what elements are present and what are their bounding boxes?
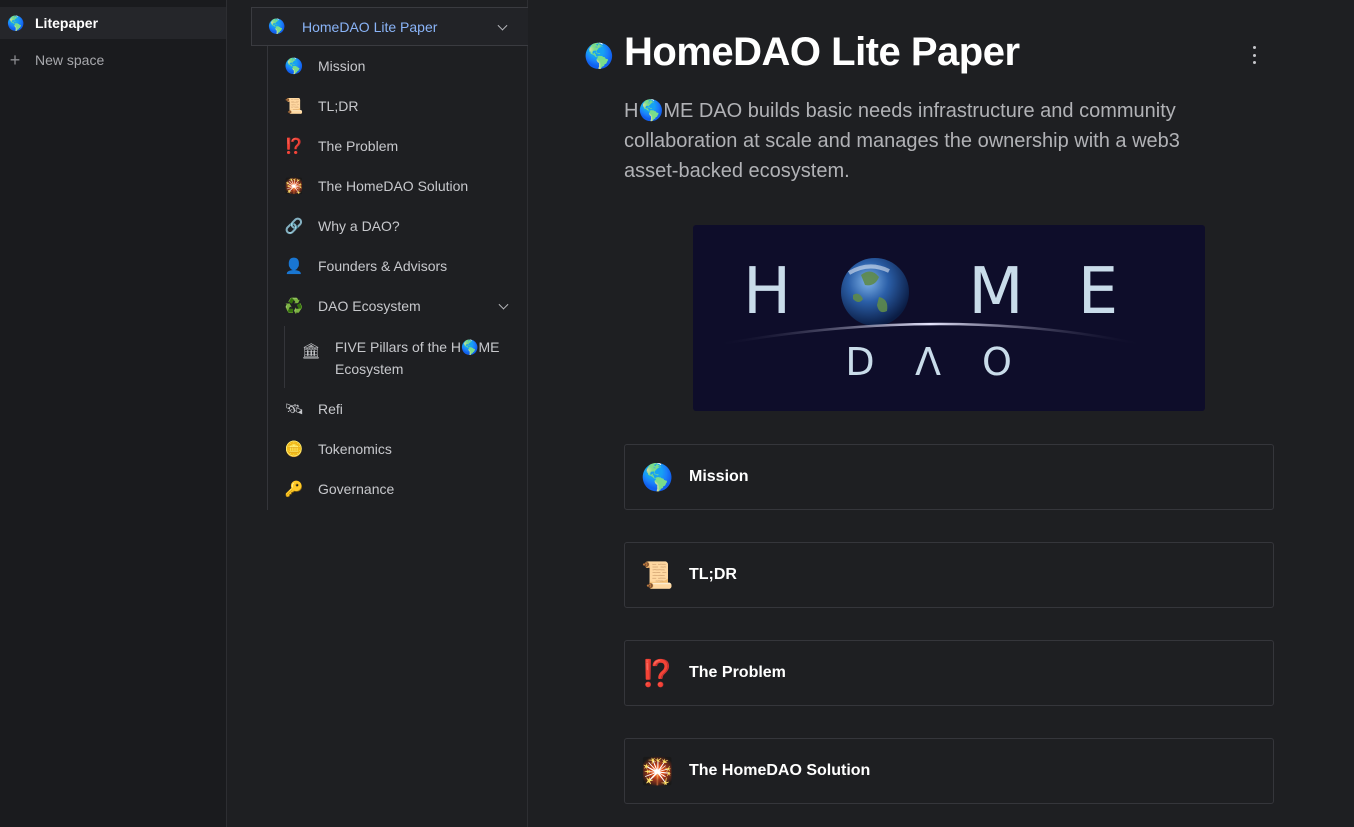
earth-globe-icon: 🌎 [584, 43, 614, 70]
toc-item-label: The Problem [318, 138, 399, 154]
toc-item-refi[interactable]: 🛰 Refi [268, 389, 529, 429]
link-icon: 🔗 [284, 218, 304, 235]
toc-item-label: FIVE Pillars of the H🌎ME Ecosystem [335, 339, 500, 377]
scroll-icon: 📜 [284, 98, 304, 115]
toc-item-label: Refi [318, 401, 343, 417]
page-card-mission[interactable]: 🌎 Mission [624, 444, 1274, 510]
toc-item-five-pillars[interactable]: 🏛 FIVE Pillars of the H🌎ME Ecosystem [284, 326, 529, 388]
homedao-logo-banner: H M E D Λ O [693, 225, 1205, 411]
page-title: HomeDAO Lite Paper [624, 30, 1020, 74]
logo-letter: M [968, 255, 1023, 329]
toc-item-why-a-dao[interactable]: 🔗 Why a DAO? [268, 206, 529, 246]
earth-globe-icon: 🌎 [268, 18, 286, 34]
toc-item-tldr[interactable]: 📜 TL;DR [268, 86, 529, 126]
toc-item-tokenomics[interactable]: 🪙 Tokenomics [268, 429, 529, 469]
earth-globe-icon: 🌎 [284, 58, 304, 75]
toc-item-the-problem[interactable]: ⁉️ The Problem [268, 126, 529, 166]
toc-item-label: DAO Ecosystem [318, 298, 421, 314]
key-icon: 🔑 [284, 481, 304, 498]
logo-letter: D [845, 340, 874, 384]
toc-item-governance[interactable]: 🔑 Governance [268, 469, 529, 509]
page-description: H🌎ME DAO builds basic needs infrastructu… [624, 100, 1180, 182]
chevron-down-icon[interactable] [498, 299, 509, 310]
toc-item-label: Mission [318, 58, 366, 74]
toc-item-label: The HomeDAO Solution [318, 178, 469, 194]
coin-icon: 🪙 [284, 441, 304, 458]
toc-item-label: Founders & Advisors [318, 258, 448, 274]
card-label: The Problem [689, 664, 786, 681]
page-card-homedao-solution[interactable]: 🎇 The HomeDAO Solution [624, 738, 1274, 804]
person-icon: 👤 [284, 258, 304, 275]
table-of-contents: 🌎 HomeDAO Lite Paper 🌎 Mission 📜 TL;DR ⁉… [228, 0, 528, 827]
homedao-logo: H M E D Λ O [714, 255, 1146, 384]
new-space-label: New space [35, 52, 105, 68]
toc-page-homedao-lite-paper[interactable]: 🌎 HomeDAO Lite Paper [251, 7, 528, 46]
toc-page-label: HomeDAO Lite Paper [302, 18, 438, 35]
card-label: Mission [689, 468, 749, 485]
logo-letter: O [982, 340, 1012, 384]
toc-item-dao-ecosystem[interactable]: ♻️ DAO Ecosystem [268, 286, 529, 326]
more-options-icon[interactable] [1247, 46, 1261, 64]
main-content: 🌎 HomeDAO Lite Paper H🌎ME DAO builds bas… [529, 0, 1354, 827]
toc-item-homedao-solution[interactable]: 🎇 The HomeDAO Solution [268, 166, 529, 206]
interrobang-icon: ⁉️ [641, 657, 674, 688]
earth-globe-icon: 🌎 [641, 461, 674, 492]
toc-item-mission[interactable]: 🌎 Mission [268, 46, 529, 86]
plus-icon: + [9, 49, 21, 70]
toc-tree: 🌎 Mission 📜 TL;DR ⁉️ The Problem 🎇 The H… [267, 46, 528, 510]
earth-globe-icon: 🌎 [7, 14, 25, 31]
toc-item-label: TL;DR [318, 98, 359, 114]
logo-letter: E [1078, 255, 1118, 329]
toc-item-founders-advisors[interactable]: 👤 Founders & Advisors [268, 246, 529, 286]
toc-item-label: Why a DAO? [318, 218, 400, 234]
scroll-icon: 📜 [641, 559, 674, 590]
spaces-sidebar: 🌎 Litepaper + New space [0, 0, 227, 827]
toc-item-label: Governance [318, 481, 395, 497]
logo-letter: H [743, 255, 791, 329]
satellite-icon: 🛰 [284, 401, 304, 418]
sparkler-icon: 🎇 [641, 755, 674, 786]
toc-item-label: Tokenomics [318, 441, 392, 457]
page-card-the-problem[interactable]: ⁉️ The Problem [624, 640, 1274, 706]
recycle-icon: ♻️ [284, 298, 304, 315]
space-label: Litepaper [35, 15, 99, 31]
sparkler-icon: 🎇 [284, 178, 304, 195]
interrobang-icon: ⁉️ [284, 138, 304, 155]
chevron-down-icon[interactable] [497, 20, 508, 31]
classical-building-icon: 🏛 [301, 343, 321, 360]
card-label: The HomeDAO Solution [689, 762, 871, 779]
page-card-tldr[interactable]: 📜 TL;DR [624, 542, 1274, 608]
space-item-litepaper[interactable]: 🌎 Litepaper [0, 7, 226, 39]
new-space-button[interactable]: + New space [0, 44, 226, 76]
logo-letter: Λ [915, 340, 941, 384]
card-label: TL;DR [689, 566, 737, 583]
